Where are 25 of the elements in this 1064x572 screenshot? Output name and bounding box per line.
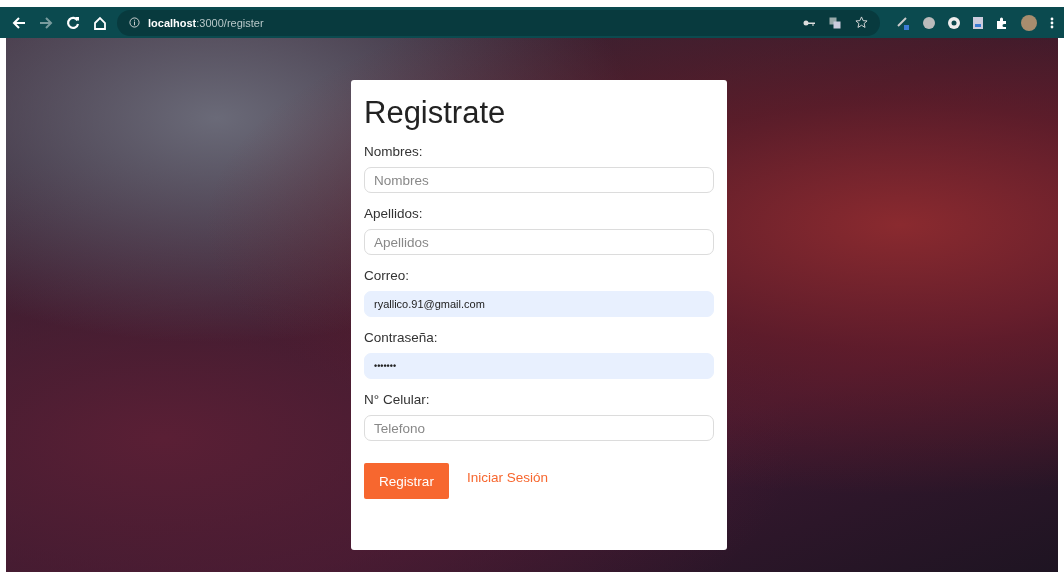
back-arrow-icon[interactable] — [12, 15, 26, 30]
field-label: Nombres: — [364, 143, 424, 160]
form-title: Registrate — [364, 94, 507, 132]
input-field[interactable]: Telefono — [364, 415, 714, 441]
reload-icon[interactable] — [66, 15, 80, 30]
menu-icon[interactable] — [1050, 16, 1054, 29]
field-label: Correo: — [364, 267, 410, 284]
key-icon[interactable] — [803, 18, 815, 27]
puzzle-icon[interactable] — [996, 16, 1008, 29]
input-field[interactable]: ••••••• — [364, 353, 714, 379]
info-icon[interactable] — [129, 17, 140, 28]
field-label: Contraseña: — [364, 329, 439, 346]
pen-icon[interactable] — [896, 15, 910, 30]
field-label: N° Celular: — [364, 391, 431, 408]
input-field[interactable]: Nombres — [364, 167, 714, 193]
translate-icon[interactable] — [829, 16, 841, 29]
home-icon[interactable] — [93, 15, 107, 30]
document-icon[interactable] — [973, 16, 983, 29]
input-field[interactable]: ryallico.91@gmail.com — [364, 291, 714, 317]
avatar[interactable] — [1021, 14, 1037, 31]
star-icon[interactable] — [855, 16, 868, 29]
url-text: localhost:3000/register — [148, 16, 264, 29]
field-label: Apellidos: — [364, 205, 424, 222]
address-bar[interactable]: localhost:3000/register — [117, 9, 880, 36]
input-field[interactable]: Apellidos — [364, 229, 714, 255]
